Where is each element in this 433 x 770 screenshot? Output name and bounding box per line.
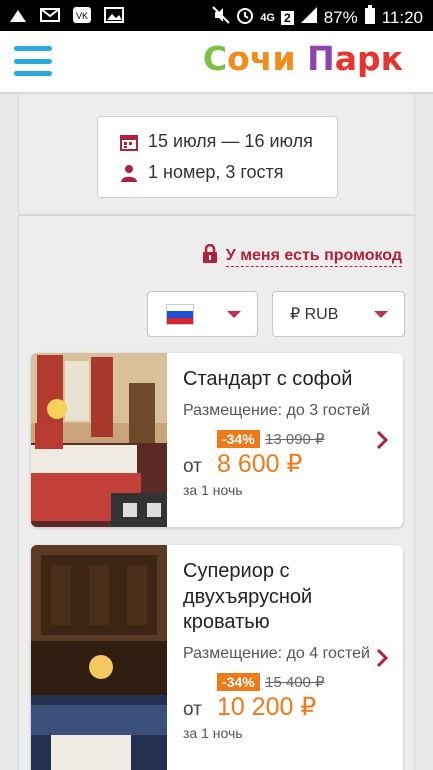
price-block: -34% 13 090 ₽ от 8 600 ₽ за 1 ночь (183, 429, 373, 498)
current-price: 8 600 ₽ (217, 449, 303, 478)
dates-row: 15 июля — 16 июля (120, 131, 313, 152)
promo-code-link[interactable]: У меня есть промокод (202, 243, 402, 269)
current-price: 10 200 ₽ (217, 692, 317, 721)
battery-level: 87% (323, 7, 358, 27)
vk-icon: VK (72, 6, 92, 24)
russia-flag-icon (166, 304, 194, 325)
room-info: Стандарт с софой Размещение: до 3 гостей… (183, 367, 373, 498)
room-capacity: Размещение: до 3 гостей (183, 401, 370, 419)
old-price: 15 400 ₽ (265, 673, 325, 691)
app-header: Сочи Парк (0, 31, 433, 94)
room-photo (31, 545, 167, 770)
promo-code-label: У меня есть промокод (225, 247, 402, 267)
per-night-label: за 1 ночь (183, 724, 243, 741)
mail-icon (40, 6, 60, 24)
main-content: 15 июля — 16 июля 1 номер, 3 гостя У мен… (18, 94, 416, 770)
room-card[interactable]: Стандарт с софой Размещение: до 3 гостей… (31, 353, 403, 527)
per-night-label: за 1 ночь (183, 481, 243, 498)
guests-text: 1 номер, 3 гостя (148, 162, 284, 182)
calendar-icon (120, 133, 138, 151)
caret-down-icon (227, 311, 241, 318)
dates-text: 15 июля — 16 июля (148, 131, 313, 151)
chevron-right-icon[interactable] (375, 430, 389, 450)
guests-row: 1 номер, 3 гостя (120, 162, 284, 183)
network-type: 4G (260, 11, 275, 24)
discount-badge: -34% (217, 672, 260, 691)
discount-badge: -34% (217, 429, 260, 448)
currency-value: ₽ RUB (290, 306, 339, 323)
image-icon (104, 6, 124, 24)
sochi-park-logo[interactable]: Сочи Парк (203, 39, 403, 78)
booking-summary[interactable]: 15 июля — 16 июля 1 номер, 3 гостя (97, 116, 338, 198)
divider (19, 214, 416, 216)
room-card[interactable]: Супериор с двухъярусной кроватью Размеще… (31, 545, 403, 770)
currency-select[interactable]: ₽ RUB (272, 291, 405, 337)
mute-icon (212, 6, 231, 29)
room-title: Стандарт с софой (183, 368, 353, 390)
clock: 11:20 (381, 7, 423, 27)
room-info: Супериор с двухъярусной кроватью Размеще… (183, 559, 373, 741)
price-from-label: от (183, 698, 202, 720)
notification-icons: VK (8, 6, 124, 24)
sim-indicator: 2 (281, 10, 294, 25)
hamburger-menu-icon[interactable] (14, 46, 52, 76)
room-title: Супериор с двухъярусной кроватью (183, 560, 313, 634)
chevron-right-icon[interactable] (375, 648, 389, 668)
price-from-label: от (183, 455, 202, 477)
notification-icon (8, 6, 28, 24)
country-select[interactable] (147, 291, 258, 337)
system-status: 4G 2 87% 11:20 (212, 5, 423, 30)
old-price: 13 090 ₽ (265, 430, 325, 448)
room-photo (31, 353, 167, 527)
lock-icon (202, 243, 218, 269)
room-capacity: Размещение: до 4 гостей (183, 644, 370, 662)
svg-text:VK: VK (76, 11, 88, 21)
user-icon (120, 164, 138, 182)
battery-icon (364, 5, 376, 30)
signal-icon (300, 6, 318, 29)
caret-down-icon (374, 311, 388, 318)
alarm-icon (236, 6, 254, 29)
price-block: -34% 15 400 ₽ от 10 200 ₽ за 1 ночь (183, 672, 373, 741)
status-bar: VK 4G 2 87% 11:20 (0, 0, 433, 31)
